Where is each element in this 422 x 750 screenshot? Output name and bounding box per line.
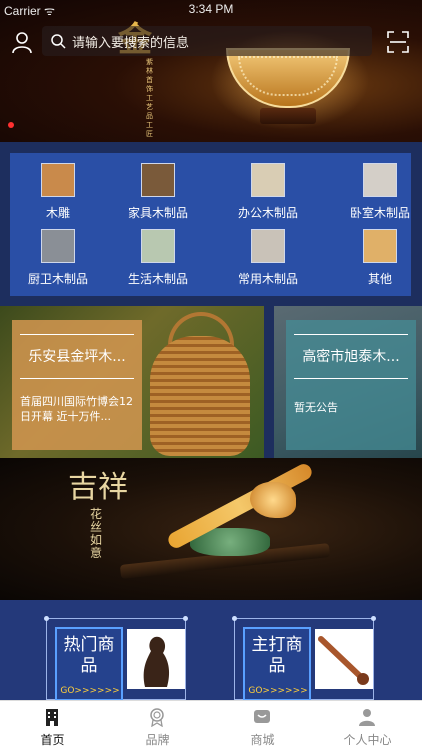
promo-card-left[interactable]: 乐安县金坪木... 首届四川国际竹博会12日开幕 近十万件... (0, 306, 264, 458)
home-building-icon (46, 709, 58, 726)
ruyi-banner[interactable]: 吉祥 花丝如意 (0, 458, 422, 600)
medal-icon (150, 708, 164, 727)
corner-dot (44, 616, 49, 621)
category-item-common[interactable]: 常用木制品 (220, 225, 316, 287)
user-center-icon (359, 709, 375, 726)
category-section: 木雕 家具木制品 办公木制品 卧室木制品 厨卫木制品 生活木制品 常用木制品 其… (0, 142, 422, 302)
banner-indicator-dot[interactable] (8, 122, 14, 128)
category-thumb (363, 229, 397, 263)
main-products-label: 主打商品 GO>>>>>> (243, 627, 311, 701)
divider (20, 378, 134, 379)
search-placeholder: 请输入要搜索的信息 (72, 36, 190, 51)
promo-info-left: 乐安县金坪木... 首届四川国际竹博会12日开幕 近十万件... (12, 320, 142, 450)
bottom-tab-bar: 首页 品牌 商城 个人中心 (0, 700, 422, 750)
go-link[interactable]: GO>>>>>> (247, 686, 309, 696)
wooden-pipe-icon (318, 636, 369, 685)
category-item-kitchen-bath[interactable]: 厨卫木制品 (10, 225, 106, 287)
hot-products-label: 热门商品 GO>>>>>> (55, 627, 123, 701)
promo-card-right[interactable]: 高密市旭泰木... 暂无公告 (274, 306, 422, 458)
tab-profile[interactable]: 个人中心 (315, 701, 420, 750)
scan-icon[interactable] (386, 30, 410, 54)
main-products-card[interactable]: 主打商品 GO>>>>>> (232, 616, 376, 701)
category-thumb (363, 163, 397, 197)
category-grid: 木雕 家具木制品 办公木制品 卧室木制品 厨卫木制品 生活木制品 常用木制品 其… (10, 153, 411, 296)
divider (20, 334, 134, 335)
bamboo-basket-image (150, 336, 250, 456)
divider (294, 378, 408, 379)
banner2-calligraphy: 吉祥 (68, 470, 128, 505)
category-item-bedroom[interactable]: 卧室木制品 (332, 159, 422, 221)
category-item-other[interactable]: 其他 (332, 225, 422, 287)
divider (294, 334, 408, 335)
category-label: 木雕 (45, 206, 70, 220)
category-thumb (41, 229, 75, 263)
banner-vertical-text: 紫林首饰工艺品工匠 (146, 58, 153, 138)
corner-dot (371, 616, 376, 621)
category-item-office[interactable]: 办公木制品 (220, 159, 316, 221)
status-bar: Carrier ᯤ 3:34 PM (0, 0, 422, 20)
hot-products-title: 热门商品 (63, 635, 115, 676)
shop-promos: 乐安县金坪木... 首届四川国际竹博会12日开幕 近十万件... 高密市旭泰木.… (0, 302, 422, 458)
go-link[interactable]: GO>>>>>> (59, 686, 121, 696)
carving-product-image (127, 629, 185, 689)
category-label: 常用木制品 (237, 272, 298, 286)
store-icon (254, 710, 270, 723)
tab-label: 个人中心 (343, 733, 392, 747)
category-label: 卧室木制品 (349, 206, 410, 220)
category-item-wood-carving[interactable]: 木雕 (10, 159, 106, 221)
tab-brand[interactable]: 品牌 (105, 701, 210, 750)
tab-label: 商城 (250, 733, 275, 747)
shop-notice: 首届四川国际竹博会12日开幕 近十万件... (20, 395, 133, 423)
pipe-product-image (315, 629, 373, 689)
category-thumb (251, 163, 285, 197)
category-label: 其他 (367, 272, 392, 286)
category-label: 生活木制品 (127, 272, 188, 286)
corner-dot (183, 616, 188, 621)
featured-section: 热门商品 GO>>>>>> 主打商品 GO>>>>>> (0, 600, 422, 701)
category-thumb (141, 229, 175, 263)
shop-title: 乐安县金坪木... (28, 349, 126, 365)
promo-info-right: 高密市旭泰木... 暂无公告 (286, 320, 416, 450)
category-thumb (41, 163, 75, 197)
category-label: 办公木制品 (237, 206, 298, 220)
carving-figure-icon (143, 636, 170, 687)
search-icon (51, 34, 66, 49)
category-item-furniture[interactable]: 家具木制品 (110, 159, 206, 221)
ruyi-head (250, 482, 296, 518)
bowl-stand (260, 108, 316, 124)
shop-title: 高密市旭泰木... (302, 349, 400, 365)
banner2-subtitle: 花丝如意 (90, 507, 103, 560)
category-thumb (251, 229, 285, 263)
top-banner[interactable]: 金 紫林首饰工艺品工匠 (0, 0, 422, 142)
tab-home[interactable]: 首页 (0, 701, 105, 750)
tab-label: 首页 (40, 733, 65, 747)
hot-products-card[interactable]: 热门商品 GO>>>>>> (44, 616, 188, 701)
search-input[interactable]: 请输入要搜索的信息 (42, 26, 372, 56)
user-icon[interactable] (10, 30, 34, 54)
category-thumb (141, 163, 175, 197)
main-products-title: 主打商品 (251, 635, 303, 676)
tab-label: 品牌 (145, 733, 170, 747)
tab-mall[interactable]: 商城 (210, 701, 315, 750)
clock: 3:34 PM (188, 2, 234, 16)
shop-notice: 暂无公告 (294, 401, 338, 414)
search-row: 请输入要搜索的信息 (0, 26, 422, 58)
category-label: 厨卫木制品 (27, 272, 88, 286)
category-label: 家具木制品 (127, 206, 188, 220)
category-item-living[interactable]: 生活木制品 (110, 225, 206, 287)
corner-dot (232, 616, 237, 621)
